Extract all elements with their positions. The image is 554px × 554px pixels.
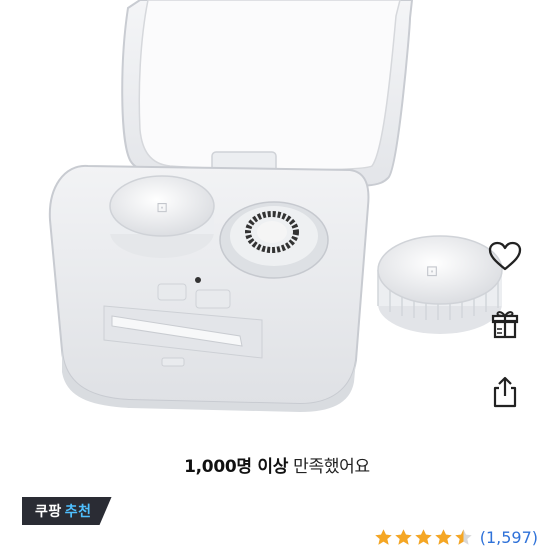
- recommended-badge: 쿠팡 추천: [22, 497, 112, 525]
- satisfaction-label: 만족했어요: [293, 457, 370, 477]
- review-count-link[interactable]: (1,597): [480, 528, 538, 547]
- share-icon: [493, 376, 517, 408]
- rating[interactable]: (1,597): [374, 524, 538, 550]
- badge-prefix: 쿠팡: [35, 504, 62, 520]
- product-image[interactable]: ⊡ ⊡: [0, 0, 554, 420]
- star-icon: [415, 528, 432, 545]
- gift-button[interactable]: [480, 300, 530, 348]
- lens-case-illustration: ⊡ ⊡: [48, 0, 503, 412]
- satisfaction-count: 1,000명 이상: [184, 457, 289, 477]
- svg-text:⊡: ⊡: [156, 200, 168, 216]
- star-icon: [375, 528, 392, 545]
- svg-text:⊡: ⊡: [426, 262, 439, 280]
- gift-icon: [491, 311, 519, 339]
- satisfaction-text: 1,000명 이상 만족했어요: [0, 452, 554, 477]
- share-button[interactable]: [480, 368, 530, 416]
- heart-icon: [488, 241, 522, 271]
- wishlist-button[interactable]: [480, 232, 530, 280]
- star-icon: [395, 528, 412, 545]
- badge-accent: 추천: [64, 504, 92, 520]
- star-rating: [374, 528, 474, 547]
- star-icon: [455, 528, 472, 545]
- star-icon: [435, 528, 452, 545]
